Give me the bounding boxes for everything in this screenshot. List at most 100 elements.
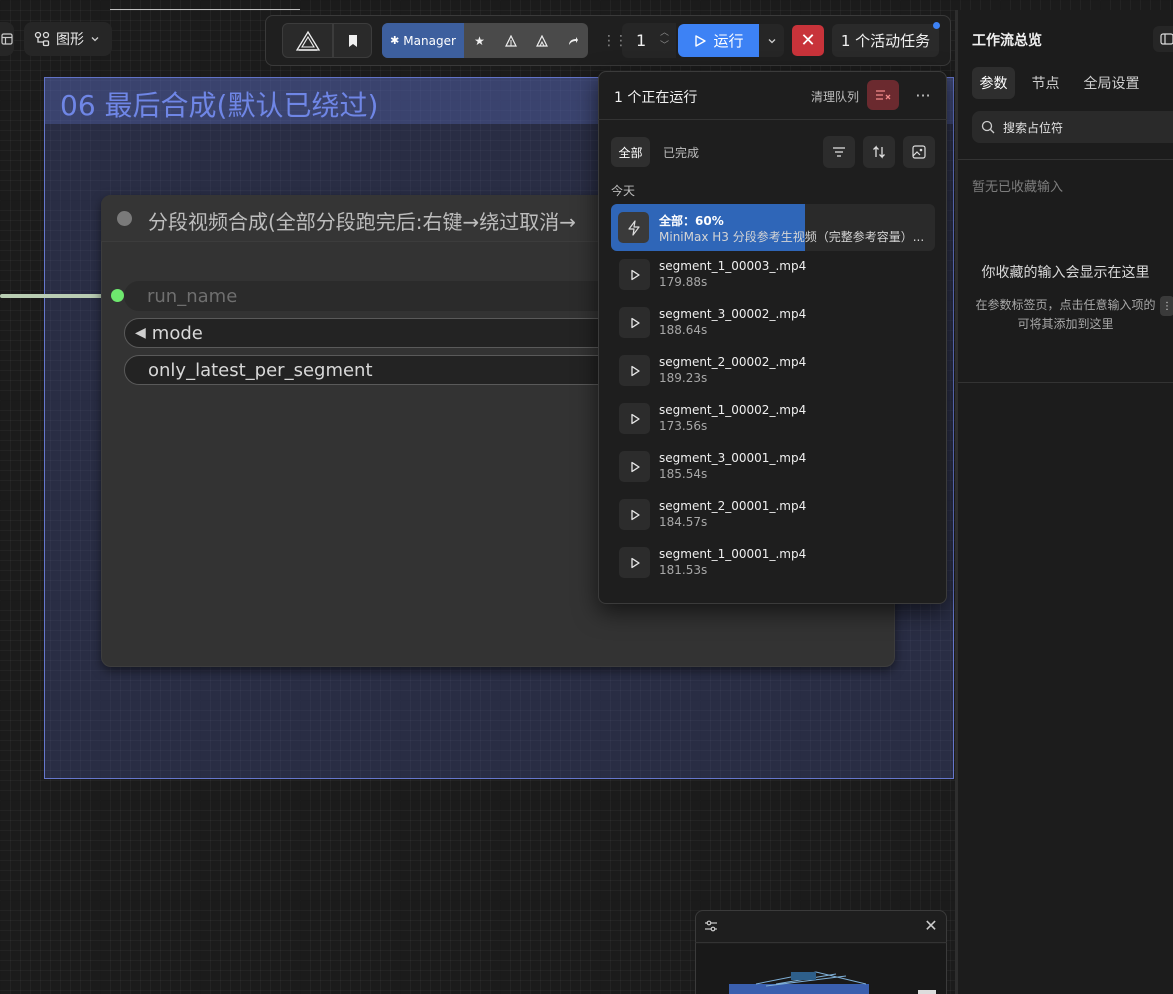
tab-completed[interactable]: 已完成: [663, 144, 699, 161]
settings-sliders-icon[interactable]: [704, 918, 718, 937]
clear-queue-label: 清理队列: [811, 90, 860, 104]
link-wire: [0, 294, 104, 298]
panel-layout-button[interactable]: [0, 22, 14, 56]
filter-button[interactable]: [823, 136, 855, 168]
active-tasks-label: 1 个活动任务: [840, 32, 931, 50]
workflow-overview-panel: [955, 10, 1173, 994]
only-latest-toggle[interactable]: only_latest_per_segment: [124, 355, 624, 385]
more-vertical-icon: ⋮: [1160, 296, 1173, 316]
app-logo-button[interactable]: [282, 23, 333, 58]
group-title: 06 最后合成(默认已绕过): [60, 89, 379, 122]
queue-item-duration: 185.54s: [659, 467, 708, 481]
mode-combo[interactable]: ◀ mode: [124, 318, 624, 348]
play-icon[interactable]: [619, 307, 650, 338]
lightning-icon: [618, 212, 649, 243]
sort-button[interactable]: [863, 136, 895, 168]
panel-title: 工作流总览: [972, 33, 1042, 49]
bookmark-button[interactable]: [333, 23, 372, 58]
tab-all[interactable]: 全部: [611, 137, 650, 167]
arrow-left-icon[interactable]: ◀: [135, 325, 146, 341]
toggle-panel-button[interactable]: [1153, 26, 1173, 52]
clear-queue-button[interactable]: [867, 80, 899, 110]
sort-icon: [873, 145, 885, 159]
divider: [958, 159, 1173, 160]
run-name-input[interactable]: run_name: [124, 281, 624, 311]
puzzle-icon: ✱: [390, 34, 400, 47]
tab-nodes[interactable]: 节点: [1024, 67, 1067, 99]
mode-label: mode: [151, 322, 203, 344]
tab-global-label: 全局设置: [1083, 76, 1140, 92]
queue-item-name: segment_2_00002_.mp4: [659, 355, 807, 369]
queue-item-duration: 179.88s: [659, 275, 708, 289]
stepper-up-icon[interactable]: ︿: [660, 27, 669, 40]
input-port[interactable]: [111, 289, 124, 302]
sidebar-icon: [1160, 33, 1173, 45]
search-input[interactable]: 搜索占位符: [972, 111, 1173, 143]
play-icon[interactable]: [619, 547, 650, 578]
active-tasks-button[interactable]: 1 个活动任务: [832, 24, 939, 57]
stop-button[interactable]: ✕: [792, 25, 824, 56]
empty-favorites-title: 暂无已收藏输入: [972, 180, 1064, 195]
queue-item[interactable]: segment_2_00002_.mp4 189.23s: [611, 351, 935, 395]
queue-item-name: segment_1_00001_.mp4: [659, 547, 807, 561]
hint-line-1: 在参数标签页，点击任意输入项的: [975, 298, 1156, 312]
queue-item-name: segment_3_00001_.mp4: [659, 451, 807, 465]
active-tab-indicator: [110, 0, 300, 10]
share-button[interactable]: [557, 23, 588, 58]
search-icon: [981, 120, 995, 134]
stepper-down-icon[interactable]: ﹀: [660, 40, 669, 53]
minimap-canvas[interactable]: [696, 944, 946, 994]
run-name-label: run_name: [147, 285, 238, 307]
minimap-preview: [729, 971, 936, 994]
graph-icon: [34, 31, 50, 47]
play-icon[interactable]: [619, 355, 650, 386]
tab-global-settings[interactable]: 全局设置: [1076, 67, 1147, 99]
queue-item[interactable]: segment_2_00001_.mp4 184.57s: [611, 495, 935, 539]
model-button-a[interactable]: [495, 23, 526, 58]
play-icon[interactable]: [619, 259, 650, 290]
minimap-header: [695, 910, 947, 943]
queue-item-duration: 189.23s: [659, 371, 708, 385]
star-icon: ★: [474, 33, 485, 48]
play-icon[interactable]: [619, 499, 650, 530]
play-icon[interactable]: [619, 403, 650, 434]
image-view-button[interactable]: [903, 136, 935, 168]
run-button[interactable]: 运行: [678, 24, 759, 57]
queue-item[interactable]: segment_1_00002_.mp4 173.56s: [611, 399, 935, 443]
queue-title: 1 个正在运行: [614, 90, 698, 106]
queue-item[interactable]: segment_3_00001_.mp4 185.54s: [611, 447, 935, 491]
star-button[interactable]: ★: [464, 23, 495, 58]
favorites-hint-title: 你收藏的输入会显示在这里: [981, 265, 1150, 281]
queue-item-duration: 188.64s: [659, 323, 708, 337]
node-collapse-dot[interactable]: [117, 211, 132, 226]
queue-item[interactable]: segment_1_00003_.mp4 179.88s: [611, 255, 935, 299]
batch-count-value: 1: [636, 31, 647, 50]
tab-params-label: 参数: [979, 76, 1008, 92]
batch-stepper[interactable]: ︿ ﹀: [660, 27, 669, 53]
only-latest-label: only_latest_per_segment: [148, 359, 373, 381]
tent-alt-icon: [535, 34, 548, 47]
tent-icon: [504, 34, 517, 47]
logo-icon: [295, 30, 320, 51]
graph-menu-label: 图形: [56, 32, 84, 48]
play-icon[interactable]: [619, 451, 650, 482]
model-button-b[interactable]: [526, 23, 557, 58]
manager-button[interactable]: ✱ Manager: [382, 23, 464, 58]
tab-params[interactable]: 参数: [972, 67, 1015, 99]
tab-nodes-label: 节点: [1031, 76, 1060, 92]
queue-item[interactable]: segment_3_00002_.mp4 188.64s: [611, 303, 935, 347]
running-task-item[interactable]: 全部：60% MiniMax H3 分段参考生视频（完整参考容量）...: [611, 204, 935, 251]
minimap-close-button[interactable]: ✕: [921, 915, 941, 935]
queue-item[interactable]: segment_1_00001_.mp4 181.53s: [611, 543, 935, 587]
close-icon: ✕: [924, 915, 938, 935]
more-icon: ···: [915, 85, 931, 105]
graph-menu-button[interactable]: 图形: [24, 22, 112, 56]
run-label: 运行: [713, 32, 744, 50]
tab-all-label: 全部: [618, 145, 643, 160]
search-placeholder: 搜索占位符: [1003, 120, 1064, 135]
queue-item-name: segment_1_00002_.mp4: [659, 403, 807, 417]
share-icon: [568, 36, 578, 45]
queue-item-duration: 181.53s: [659, 563, 708, 577]
run-mode-dropdown[interactable]: [759, 24, 784, 57]
more-options-button[interactable]: ···: [910, 80, 936, 110]
